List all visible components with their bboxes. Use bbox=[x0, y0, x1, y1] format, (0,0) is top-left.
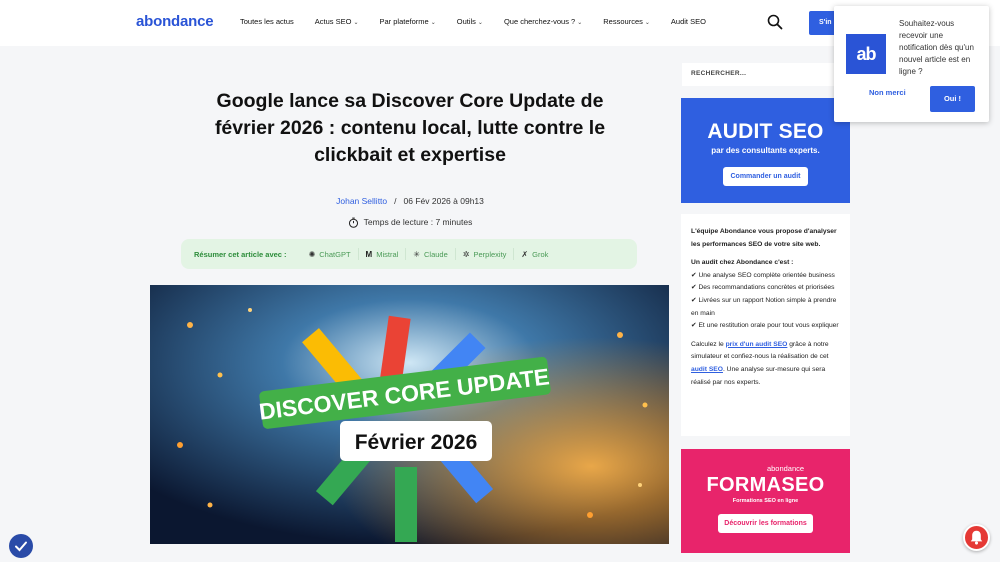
chatgpt-icon: ✺ bbox=[308, 249, 316, 259]
divider bbox=[454, 248, 456, 260]
bell-icon bbox=[970, 530, 983, 545]
cookie-consent-icon[interactable] bbox=[9, 534, 33, 558]
article-title: Google lance sa Discover Core Update de … bbox=[214, 90, 606, 166]
divider bbox=[513, 248, 515, 260]
notification-bell-button[interactable] bbox=[963, 524, 990, 551]
chevron-down-icon: ⌄ bbox=[430, 20, 436, 26]
sidebar-search-input[interactable]: RECHERCHER... bbox=[682, 63, 849, 86]
chevron-down-icon: ⌄ bbox=[353, 20, 359, 26]
divider bbox=[405, 248, 407, 260]
divider bbox=[357, 248, 359, 260]
stopwatch-icon bbox=[348, 217, 358, 229]
notification-message: Souhaitez-vous recevoir une notification… bbox=[899, 19, 974, 76]
info-calc-text: Calculez le prix d'un audit SEO grâce à … bbox=[691, 340, 829, 386]
search-icon[interactable] bbox=[767, 14, 783, 30]
mistral-icon: M bbox=[365, 249, 373, 259]
ai-summary-bar: Résumer cet article avec : ✺ ChatGPT M Mis… bbox=[181, 239, 637, 269]
nav-item-toutes-actus[interactable]: Toutes les actus bbox=[240, 17, 294, 26]
formaseo-title: FORMASEO bbox=[706, 474, 825, 496]
decline-notification-button[interactable]: Non merci bbox=[869, 88, 906, 97]
info-list-item: ✔ Des recommandations concrètes et prior… bbox=[691, 284, 835, 292]
nav-item-que-cherchez-vous[interactable]: Que cherchez-vous ? ⌄ bbox=[504, 17, 582, 26]
nav-item-actus-seo[interactable]: Actus SEO ⌄ bbox=[315, 17, 359, 26]
main-nav: Toutes les actus Actus SEO ⌄ Par platefor… bbox=[240, 17, 706, 26]
summarize-mistral-link[interactable]: M Mistral bbox=[366, 250, 399, 259]
chevron-down-icon: ⌄ bbox=[644, 20, 650, 26]
info-heading: Un audit chez Abondance c'est : bbox=[691, 259, 794, 267]
audit-price-link[interactable]: prix d'un audit SEO bbox=[726, 341, 788, 348]
grok-icon: ✗ bbox=[521, 249, 529, 259]
nav-item-outils[interactable]: Outils ⌄ bbox=[457, 17, 483, 26]
formaseo-ad[interactable]: abondance FORMASEO Formations SEO en lig… bbox=[681, 449, 850, 553]
publish-date: 06 Fév 2026 à 09h13 bbox=[403, 196, 484, 206]
hero-date-text: Février 2026 bbox=[355, 431, 478, 454]
audit-seo-link[interactable]: audit SEO bbox=[691, 366, 723, 373]
abondance-logo-icon: ab bbox=[846, 34, 886, 74]
audit-title: AUDIT SEO bbox=[707, 120, 824, 143]
hero-illustration: DISCOVER CORE UPDATE Février 2026 bbox=[150, 285, 669, 544]
summary-label: Résumer cet article avec : bbox=[194, 249, 287, 259]
info-list-item: ✔ Et une restitution orale pour tout vou… bbox=[691, 322, 839, 330]
formaseo-subtitle: Formations SEO en ligne bbox=[732, 498, 799, 504]
order-audit-button[interactable]: Commander un audit bbox=[723, 167, 808, 186]
site-logo[interactable]: abondance bbox=[136, 13, 214, 30]
author-link[interactable]: Johan Sellitto bbox=[336, 196, 387, 206]
summarize-perplexity-link[interactable]: ✲ Perplexity bbox=[463, 250, 507, 259]
audit-seo-ad[interactable]: AUDIT SEO par des consultants experts. C… bbox=[681, 98, 850, 203]
claude-icon: ✳ bbox=[413, 249, 420, 259]
nav-item-audit-seo[interactable]: Audit SEO bbox=[671, 17, 706, 26]
check-icon bbox=[15, 541, 27, 552]
formaseo-brand: abondance bbox=[766, 464, 805, 473]
notification-prompt: ab Souhaitez-vous recevoir une notificat… bbox=[834, 6, 989, 122]
audit-subtitle: par des consultants experts. bbox=[711, 146, 820, 155]
discover-formations-button[interactable]: Découvrir les formations bbox=[718, 514, 813, 533]
perplexity-icon: ✲ bbox=[462, 249, 470, 259]
summarize-claude-link[interactable]: ✳ Claude bbox=[413, 250, 447, 259]
chevron-down-icon: ⌄ bbox=[477, 20, 483, 26]
audit-info-card: L'équipe Abondance vous propose d'analys… bbox=[681, 214, 850, 436]
hero-image: DISCOVER CORE UPDATE Février 2026 bbox=[150, 285, 669, 544]
info-list-item: ✔ Une analyse SEO complète orientée busi… bbox=[691, 271, 835, 279]
info-intro: L'équipe Abondance vous propose d'analys… bbox=[691, 228, 837, 248]
chevron-down-icon: ⌄ bbox=[577, 20, 583, 26]
info-list-item: ✔ Livrées sur un rapport Notion simple à… bbox=[691, 296, 837, 317]
nav-item-ressources[interactable]: Ressources ⌄ bbox=[603, 17, 650, 26]
article-byline: Johan Sellitto/06 Fév 2026 à 09h13 bbox=[336, 196, 484, 206]
accept-notification-button[interactable]: Oui ! bbox=[930, 86, 975, 112]
summarize-chatgpt-link[interactable]: ✺ ChatGPT bbox=[309, 250, 351, 259]
reading-time: Temps de lecture : 7 minutes bbox=[150, 217, 670, 229]
summarize-grok-link[interactable]: ✗ Grok bbox=[521, 250, 548, 259]
nav-item-par-plateforme[interactable]: Par plateforme ⌄ bbox=[380, 17, 436, 26]
